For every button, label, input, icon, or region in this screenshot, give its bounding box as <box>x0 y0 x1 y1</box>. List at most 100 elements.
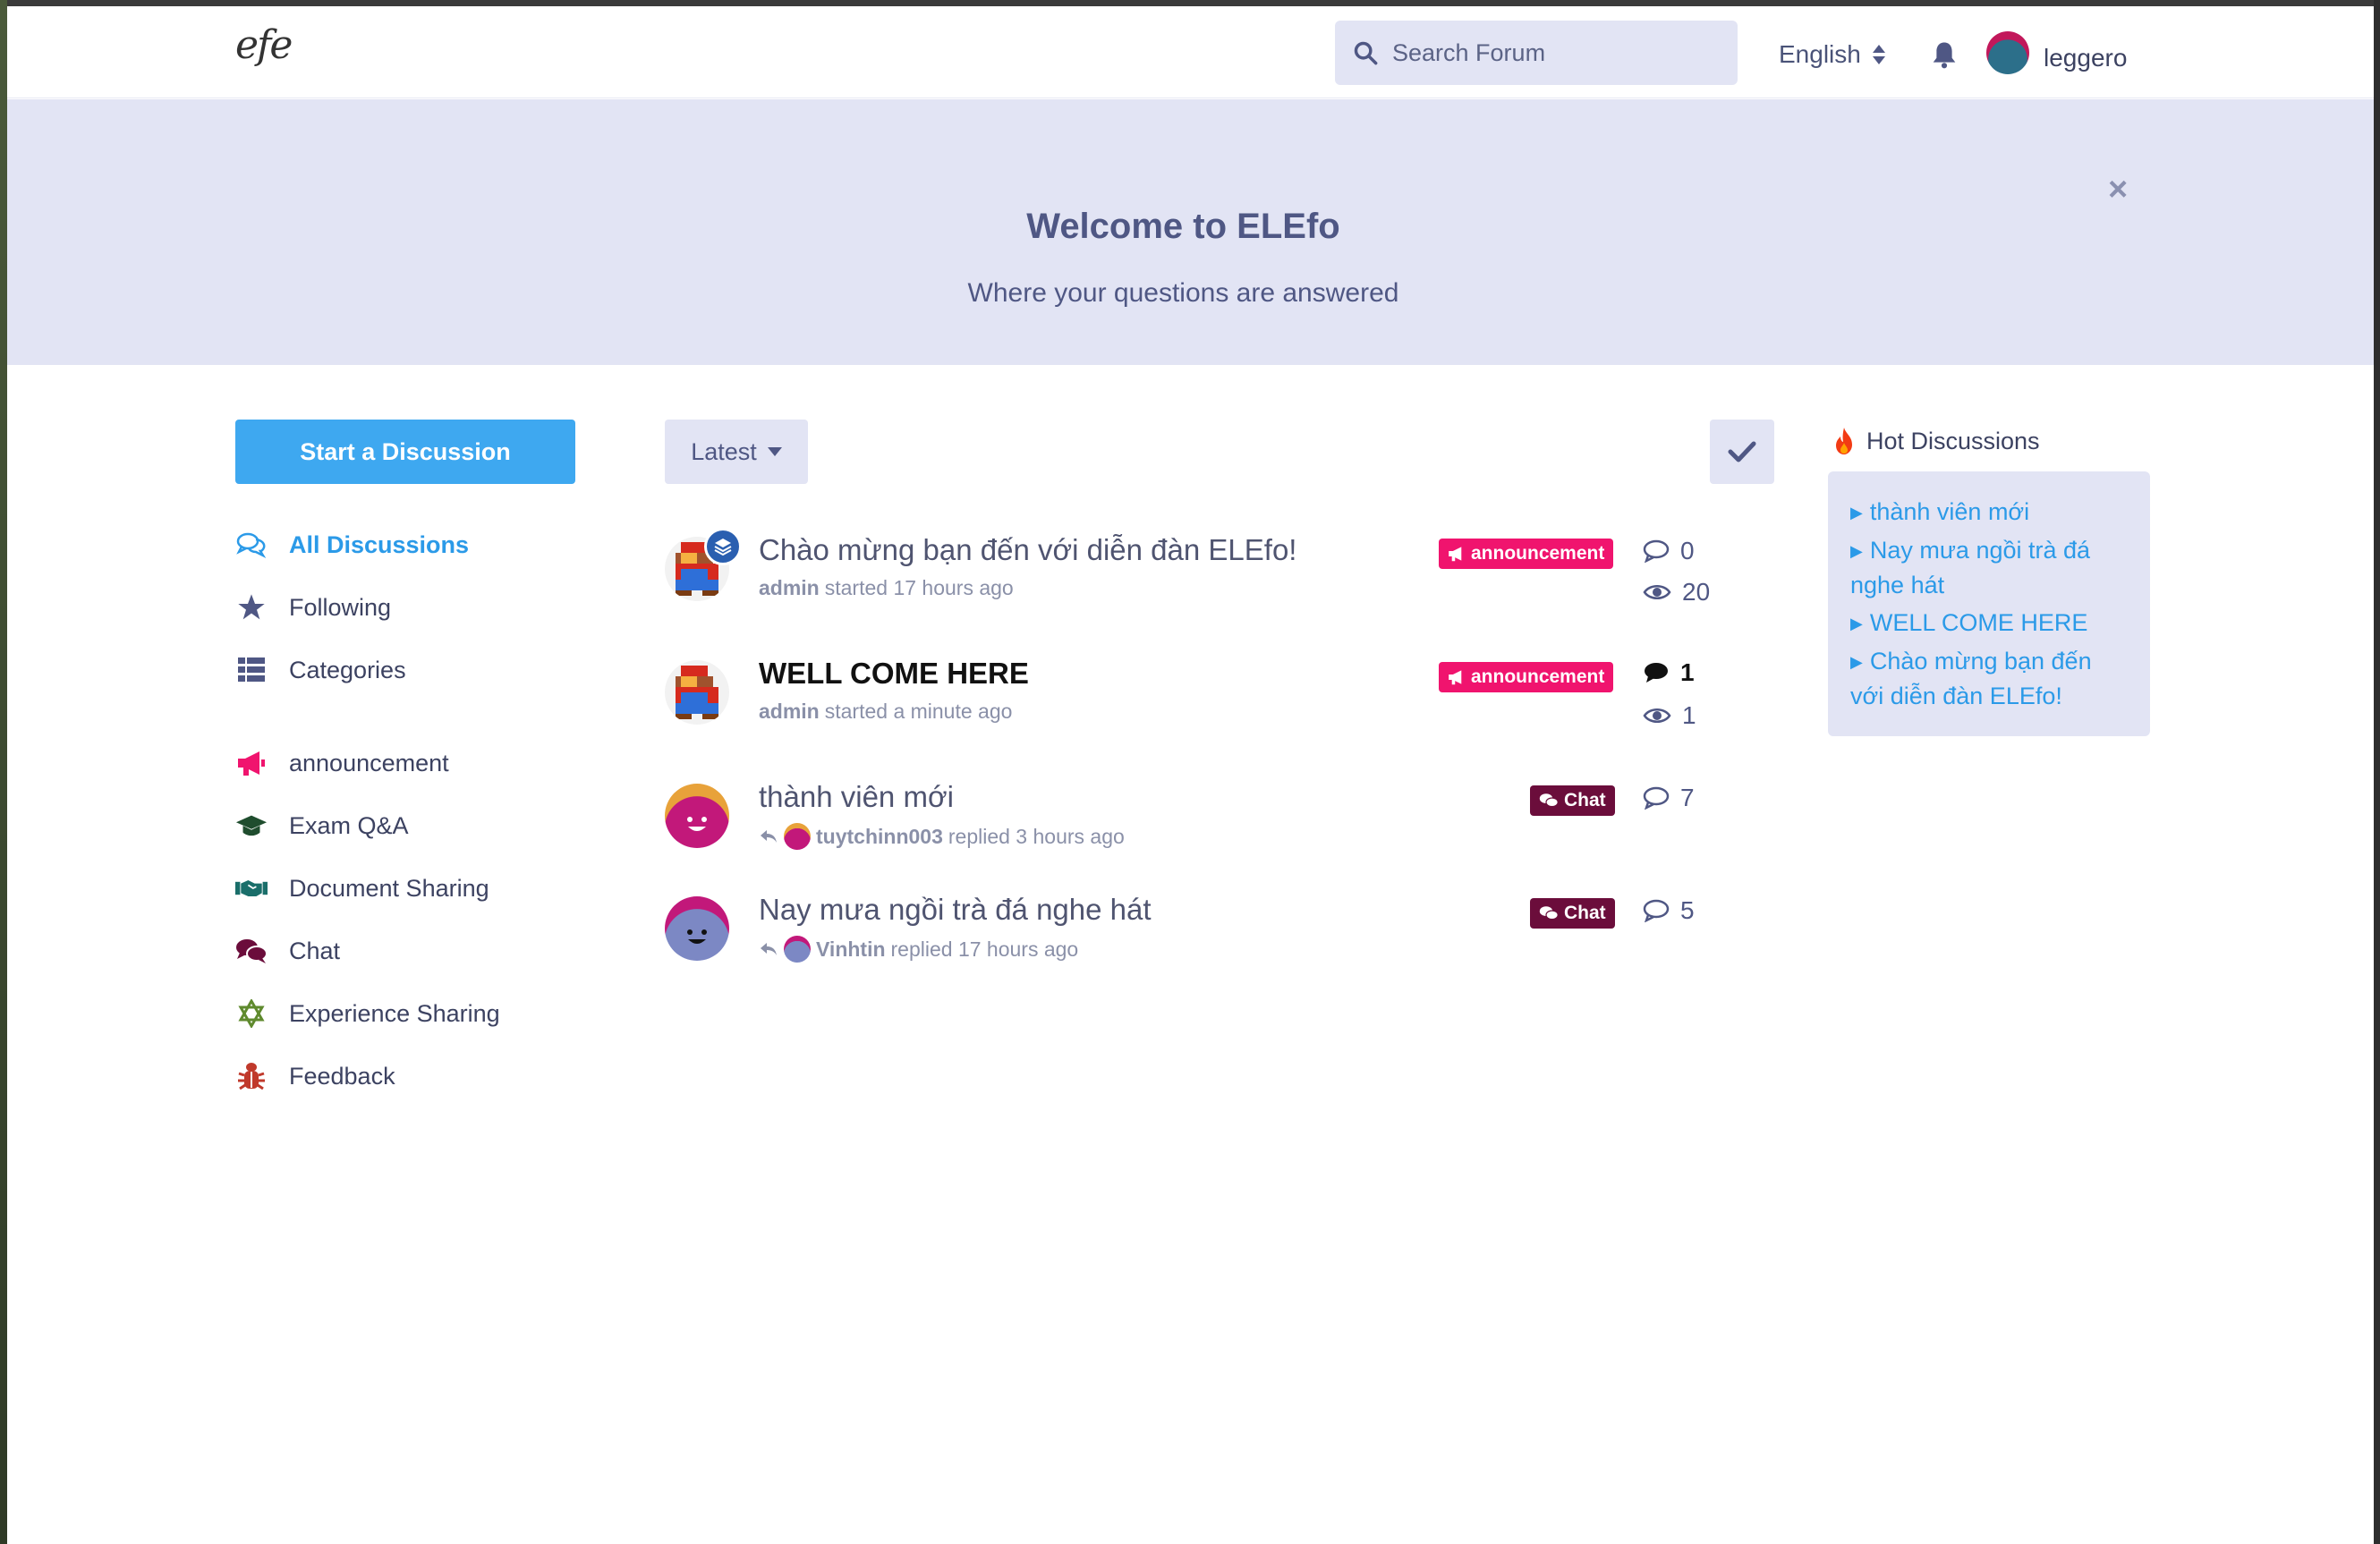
desktop-left-strip <box>0 0 7 1544</box>
close-icon[interactable]: × <box>2108 171 2128 209</box>
hot-link[interactable]: ▶ thành viên mới <box>1850 495 2129 530</box>
discussion-title[interactable]: thành viên mới <box>759 780 954 814</box>
categories-icon <box>235 654 268 686</box>
mark-all-read-button[interactable] <box>1710 420 1774 484</box>
tag-label: Document Sharing <box>289 874 489 902</box>
tag-chat[interactable]: Chat <box>235 935 340 967</box>
caret-down-icon <box>767 447 782 456</box>
caret-right-icon: ▶ <box>1850 542 1863 560</box>
caret-right-icon: ▶ <box>1850 504 1863 522</box>
tag-badge[interactable]: Chat <box>1530 898 1615 929</box>
discussion-title[interactable]: Chào mừng bạn đến với diễn đàn ELEfo! <box>759 533 1296 567</box>
discussion-item[interactable]: Chào mừng bạn đến với diễn đàn ELEfo! ad… <box>665 528 1721 626</box>
nav-label: All Discussions <box>289 530 470 558</box>
author-avatar[interactable] <box>665 896 729 961</box>
discussion-time: replied 17 hours ago <box>890 937 1079 961</box>
replier-avatar[interactable] <box>784 936 811 963</box>
replier-avatar[interactable] <box>784 823 811 850</box>
search-placeholder: Search Forum <box>1392 38 1546 66</box>
sort-dropdown[interactable]: Latest <box>665 420 808 484</box>
caret-right-icon: ▶ <box>1850 653 1863 671</box>
discussion-meta: tuytchinn003 replied 3 hours ago <box>759 823 1125 850</box>
nav-categories[interactable]: Categories <box>235 654 406 686</box>
discussion-time: replied 3 hours ago <box>948 824 1125 848</box>
author-name[interactable]: tuytchinn003 <box>816 825 943 849</box>
comment-icon <box>1643 539 1670 563</box>
view-count: 20 <box>1643 578 1710 607</box>
user-avatar[interactable] <box>1986 31 2029 74</box>
hot-link[interactable]: ▶ Chào mừng bạn đến với diễn đàn ELEfo! <box>1850 644 2129 713</box>
tag-badge[interactable]: announcement <box>1439 662 1614 692</box>
discussion-item[interactable]: WELL COME HERE admin started a minute ag… <box>665 651 1721 750</box>
tag-document-sharing[interactable]: Document Sharing <box>235 872 489 904</box>
check-icon <box>1728 441 1756 462</box>
search-icon <box>1354 41 1378 65</box>
author-avatar[interactable] <box>665 784 729 848</box>
tag-badge-label: announcement <box>1471 666 1605 687</box>
reply-count: 1 <box>1643 658 1695 687</box>
discussion-title[interactable]: Nay mưa ngồi trà đá nghe hát <box>759 893 1152 927</box>
tag-label: Experience Sharing <box>289 999 500 1027</box>
hot-link-label: WELL COME HERE <box>1869 609 2088 636</box>
welcome-hero: Welcome to ELEfo Where your questions ar… <box>7 99 2374 365</box>
desktop-right-strip <box>2374 0 2380 1544</box>
fire-icon <box>1836 428 1852 454</box>
hot-link[interactable]: ▶ WELL COME HERE <box>1850 606 2129 641</box>
site-logo[interactable]: efe <box>235 22 293 68</box>
tag-feedback[interactable]: Feedback <box>235 1060 395 1092</box>
megaphone-icon <box>1449 547 1462 562</box>
tag-badge-label: Chat <box>1564 903 1606 923</box>
bug-icon <box>235 1060 268 1092</box>
star-of-david-icon <box>235 997 268 1030</box>
tag-experience-sharing[interactable]: Experience Sharing <box>235 997 500 1030</box>
tag-badge[interactable]: announcement <box>1439 539 1614 569</box>
nav-following[interactable]: Following <box>235 591 391 624</box>
reply-icon <box>761 830 777 843</box>
discussion-item[interactable]: Nay mưa ngồi trà đá nghe hát Vinhtin rep… <box>665 887 1721 986</box>
author-name[interactable]: admin <box>759 700 820 724</box>
pinned-badge <box>704 528 742 565</box>
search-input[interactable]: Search Forum <box>1335 21 1738 85</box>
discussion-title[interactable]: WELL COME HERE <box>759 657 1029 691</box>
discussion-time: started 17 hours ago <box>824 576 1014 599</box>
view-count: 1 <box>1643 701 1696 730</box>
nav-all-discussions[interactable]: All Discussions <box>235 529 469 561</box>
start-discussion-button[interactable]: Start a Discussion <box>235 420 575 484</box>
nav-label: Following <box>289 593 392 621</box>
hot-link[interactable]: ▶ Nay mưa ngồi trà đá nghe hát <box>1850 533 2129 602</box>
eye-icon <box>1643 585 1671 599</box>
author-name[interactable]: admin <box>759 576 820 600</box>
reply-count-value: 1 <box>1680 658 1695 686</box>
hot-link-label: Chào mừng bạn đến với diễn đàn ELEfo! <box>1850 648 2092 709</box>
comment-icon <box>1645 663 1668 683</box>
chat-bubbles-icon <box>1539 906 1559 920</box>
author-avatar[interactable] <box>665 660 729 725</box>
desktop-top-strip <box>0 0 2380 6</box>
hot-title-label: Hot Discussions <box>1866 427 2040 454</box>
chat-bubbles-icon <box>235 935 268 967</box>
language-selector[interactable]: English <box>1779 40 1886 69</box>
tag-exam-qa[interactable]: Exam Q&A <box>235 810 409 842</box>
notifications-button[interactable] <box>1931 40 1958 73</box>
tag-announcement[interactable]: announcement <box>235 747 449 779</box>
reply-count-value: 7 <box>1680 784 1695 811</box>
tag-badge[interactable]: Chat <box>1530 785 1615 816</box>
sort-arrows-icon <box>1872 45 1885 64</box>
hot-discussions-box: ▶ thành viên mới ▶ Nay mưa ngồi trà đá ngh… <box>1828 471 2150 736</box>
reply-count: 0 <box>1643 537 1695 565</box>
caret-right-icon: ▶ <box>1850 615 1863 632</box>
discussion-meta: admin started a minute ago <box>759 700 1012 724</box>
chat-bubbles-icon <box>1539 793 1559 808</box>
hero-subtitle: Where your questions are answered <box>967 278 1399 308</box>
username-label[interactable]: leggero <box>2044 44 2127 72</box>
discussion-item[interactable]: thành viên mới tuytchinn003 replied 3 ho… <box>665 775 1721 873</box>
reply-icon <box>761 943 777 955</box>
bell-icon <box>1933 42 1956 69</box>
tag-label: Exam Q&A <box>289 811 409 839</box>
tag-label: Feedback <box>289 1062 395 1090</box>
author-name[interactable]: Vinhtin <box>816 937 886 962</box>
view-count-value: 1 <box>1682 701 1696 729</box>
hero-title: Welcome to ELEfo <box>1026 207 1340 246</box>
comment-icon <box>1643 786 1670 810</box>
graduation-cap-icon <box>235 810 268 842</box>
